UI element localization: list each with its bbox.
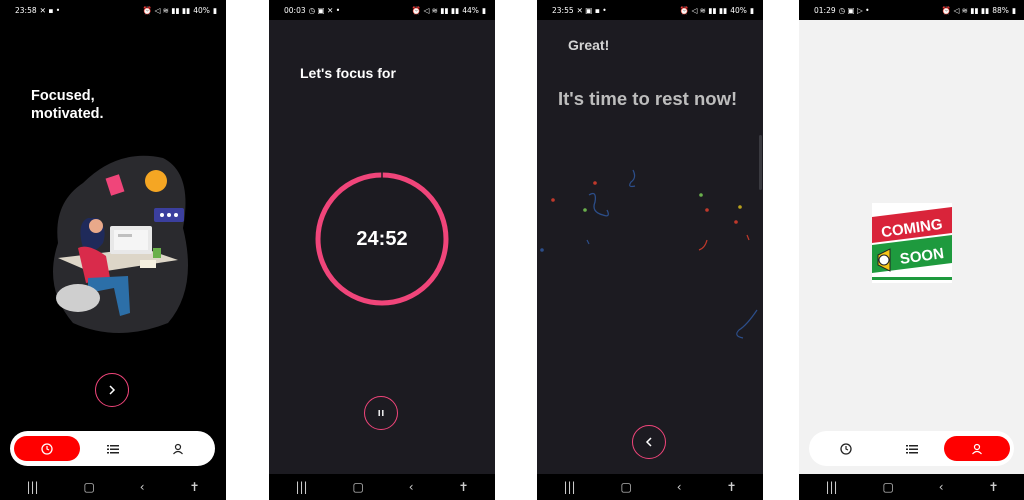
pause-button[interactable]	[364, 396, 398, 430]
back-icon[interactable]: ‹	[140, 481, 145, 493]
focused-person-illustration	[53, 155, 188, 333]
system-nav-bar: ||| ▢ ‹ ✝	[537, 474, 763, 500]
system-nav-bar: ||| ▢ ‹ ✝	[269, 474, 495, 500]
accessibility-icon[interactable]: ✝	[189, 481, 199, 493]
bottom-tab-bar	[809, 431, 1014, 466]
status-time: 01:29	[814, 5, 836, 15]
signal-icons: ⏰ ◁ ≋ ▮▮ ▮▮	[411, 5, 460, 15]
status-bar: 00:03 ◷ ▣ ✕ • ⏰ ◁ ≋ ▮▮ ▮▮ 44% ▮	[269, 0, 495, 20]
headline: Focused, motivated.	[31, 87, 181, 123]
next-button[interactable]	[95, 373, 129, 407]
tab-profile[interactable]	[145, 436, 211, 461]
focus-timer-screen: 00:03 ◷ ▣ ✕ • ⏰ ◁ ≋ ▮▮ ▮▮ 44% ▮ Let's fo…	[269, 0, 495, 500]
battery-icon: ▮	[212, 5, 217, 15]
battery-icon: ▮	[481, 5, 486, 15]
status-bar: 23:58 ✕ ▪ • ⏰ ◁ ≋ ▮▮ ▮▮ 40% ▮	[0, 0, 226, 20]
status-bar: 23:55 ✕ ▣ ▪ • ⏰ ◁ ≋ ▮▮ ▮▮ 40% ▮	[537, 0, 763, 20]
home-icon[interactable]: ▢	[84, 481, 95, 493]
accessibility-icon[interactable]: ✝	[458, 481, 468, 493]
profile-screen: 01:29 ◷ ▣ ▷ • ⏰ ◁ ≋ ▮▮ ▮▮ 88% ▮ COMING S…	[799, 0, 1024, 500]
battery-icon: ▮	[749, 5, 754, 15]
home-icon[interactable]: ▢	[883, 481, 894, 493]
signal-icons: ⏰ ◁ ≋ ▮▮ ▮▮	[941, 5, 990, 15]
person-icon	[173, 443, 184, 454]
bottom-tab-bar	[10, 431, 215, 466]
notification-icon: ✕ ▪ •	[39, 5, 61, 15]
tab-timer[interactable]	[813, 436, 879, 461]
recents-icon[interactable]: |||	[563, 481, 575, 493]
tab-timer[interactable]	[14, 436, 80, 461]
battery-icon: ▮	[1011, 5, 1016, 15]
system-nav-bar: ||| ▢ ‹ ✝	[799, 474, 1024, 500]
notification-icon: ◷ ▣ ▷ •	[838, 5, 870, 15]
list-icon	[106, 444, 119, 453]
accessibility-icon[interactable]: ✝	[726, 481, 736, 493]
tab-profile[interactable]	[944, 436, 1011, 461]
break-screen: 23:55 ✕ ▣ ▪ • ⏰ ◁ ≋ ▮▮ ▮▮ 40% ▮ Great! I…	[537, 0, 763, 500]
notification-icon: ✕ ▣ ▪ •	[576, 5, 607, 15]
tab-list[interactable]	[80, 436, 146, 461]
clock-icon	[840, 442, 852, 455]
chevron-right-icon	[109, 385, 116, 395]
headline-text: Focused, motivated.	[31, 88, 104, 122]
tab-list[interactable]	[879, 436, 945, 461]
great-label: Great!	[568, 37, 610, 53]
battery-percent: 44%	[462, 5, 479, 15]
battery-percent: 88%	[992, 5, 1009, 15]
recents-icon[interactable]: |||	[26, 481, 38, 493]
signal-icons: ⏰ ◁ ≋ ▮▮ ▮▮	[142, 5, 191, 15]
recents-icon[interactable]: |||	[825, 481, 837, 493]
accessibility-icon[interactable]: ✝	[988, 481, 998, 493]
recents-icon[interactable]: |||	[295, 481, 307, 493]
list-icon	[905, 444, 918, 453]
status-time: 23:58	[15, 5, 37, 15]
status-bar: 01:29 ◷ ▣ ▷ • ⏰ ◁ ≋ ▮▮ ▮▮ 88% ▮	[799, 0, 1024, 20]
home-icon[interactable]: ▢	[621, 481, 632, 493]
back-icon[interactable]: ‹	[939, 481, 944, 493]
person-icon	[972, 443, 983, 454]
system-nav-bar: ||| ▢ ‹ ✝	[0, 474, 226, 500]
timer-countdown: 24:52	[356, 227, 408, 250]
battery-percent: 40%	[730, 5, 747, 15]
pause-icon	[378, 410, 384, 416]
signal-icons: ⏰ ◁ ≋ ▮▮ ▮▮	[679, 5, 728, 15]
screenshot-collage: 23:58 ✕ ▪ • ⏰ ◁ ≋ ▮▮ ▮▮ 40% ▮ Focused, m…	[0, 0, 1024, 500]
battery-percent: 40%	[193, 5, 210, 15]
coming-soon-badge: COMING SOON	[872, 203, 952, 283]
clock-icon	[41, 442, 53, 455]
back-to-focus-button[interactable]	[632, 425, 666, 459]
notification-icon: ◷ ▣ ✕ •	[308, 5, 341, 15]
status-time: 23:55	[552, 5, 574, 15]
onboarding-screen: 23:58 ✕ ▪ • ⏰ ◁ ≋ ▮▮ ▮▮ 40% ▮ Focused, m…	[0, 0, 226, 500]
home-icon[interactable]: ▢	[353, 481, 364, 493]
chevron-left-icon	[645, 437, 652, 447]
focus-title: Let's focus for	[300, 65, 396, 81]
back-icon[interactable]: ‹	[677, 481, 682, 493]
status-time: 00:03	[284, 5, 306, 15]
confetti-illustration	[540, 169, 758, 339]
back-icon[interactable]: ‹	[409, 481, 414, 493]
rest-message: It's time to rest now!	[558, 88, 738, 109]
